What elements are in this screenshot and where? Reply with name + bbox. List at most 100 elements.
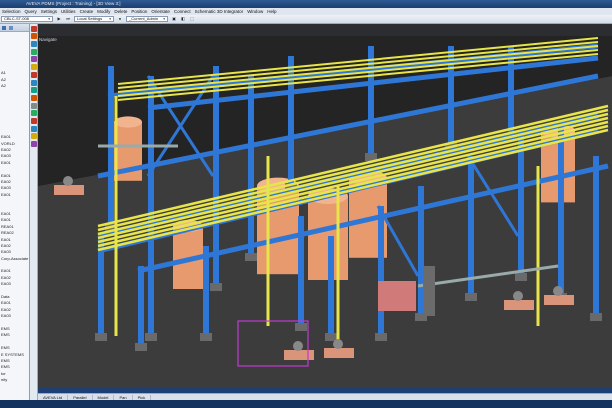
- view-toolbar: [30, 24, 38, 408]
- pump-skid: [504, 300, 534, 310]
- menu-modify[interactable]: Modify: [97, 9, 110, 14]
- pump-skid: [284, 350, 314, 360]
- view-tool-icon[interactable]: [31, 33, 37, 40]
- status-mode[interactable]: Model: [93, 394, 115, 400]
- view-tool-icon[interactable]: [31, 102, 37, 109]
- view-tool-icon[interactable]: [31, 41, 37, 48]
- view-tool-icon[interactable]: [31, 79, 37, 86]
- column-footing: [590, 313, 602, 321]
- settings-combo-value: Local Settings: [77, 16, 103, 21]
- settings-combo[interactable]: Local Settings ▾: [74, 16, 114, 22]
- menu-orientate[interactable]: Orientate: [151, 9, 170, 14]
- view-tool-icon[interactable]: [31, 64, 37, 71]
- tool-icon-c[interactable]: ⬚: [189, 16, 195, 22]
- menu-query[interactable]: Query: [25, 9, 37, 14]
- menu-window[interactable]: Window: [247, 9, 263, 14]
- menu-bar: Selection Query Settings Utilities Creat…: [0, 8, 612, 15]
- element-combo-value: CBLC-ST-008: [4, 16, 29, 21]
- explorer-icon: [2, 26, 6, 30]
- column-footing: [210, 283, 222, 291]
- steel-column: [518, 136, 524, 276]
- pump-casing: [63, 176, 73, 186]
- pump-casing: [553, 286, 563, 296]
- element-combo[interactable]: CBLC-ST-008 ▾: [1, 16, 53, 22]
- steel-column: [248, 76, 254, 256]
- view-tool-icon[interactable]: [31, 25, 37, 32]
- pump-casing: [333, 339, 343, 349]
- pump-casing: [293, 341, 303, 351]
- play-icon[interactable]: ▶: [56, 16, 62, 22]
- steel-column: [148, 76, 154, 336]
- status-pan[interactable]: Pan: [114, 394, 133, 400]
- window-titlebar: AVEVA PDMS (Project : Training) - [3D Vi…: [0, 0, 612, 8]
- column-footing: [245, 253, 257, 261]
- status-bar: AVEVA Ltd Parallel Model Pan Pick: [38, 393, 612, 400]
- view-tool-icon[interactable]: [31, 87, 37, 94]
- menu-settings[interactable]: Settings: [41, 9, 57, 14]
- chevron-down-icon: ▾: [109, 17, 111, 21]
- steel-column: [203, 246, 209, 336]
- view-tool-icon[interactable]: [31, 110, 37, 117]
- window-title: AVEVA PDMS (Project : Training) - [3D Vi…: [26, 1, 121, 6]
- view-tool-icon[interactable]: [31, 141, 37, 147]
- status-projection[interactable]: Parallel: [68, 394, 93, 400]
- steel-column: [558, 126, 564, 296]
- tool-icon-a[interactable]: ▣: [171, 16, 177, 22]
- explorer-header: [0, 24, 29, 32]
- view-tool-icon[interactable]: [31, 125, 37, 132]
- admin-combo-value: _Current_Admin: [129, 16, 159, 21]
- pump-skid: [324, 348, 354, 358]
- vessel-top: [114, 116, 142, 128]
- column-footing: [465, 293, 477, 301]
- main-toolbar: CBLC-ST-008 ▾ ▶ ⏭ Local Settings ▾ ● _Curr…: [0, 15, 612, 24]
- menu-selection[interactable]: Selection: [2, 9, 21, 14]
- explorer-icon: [9, 26, 13, 30]
- desktop-bottom-strip: [0, 400, 612, 408]
- menu-utilities[interactable]: Utilities: [61, 9, 76, 14]
- menu-help[interactable]: Help: [267, 9, 276, 14]
- steel-column: [328, 236, 334, 336]
- column-footing: [325, 333, 337, 341]
- step-icon[interactable]: ⏭: [65, 16, 71, 22]
- admin-combo[interactable]: _Current_Admin ▾: [126, 16, 168, 22]
- status-company: AVEVA Ltd: [38, 394, 69, 400]
- ladder-frame: [423, 266, 435, 316]
- chevron-down-icon: ▾: [48, 17, 50, 21]
- view-tool-icon[interactable]: [31, 71, 37, 78]
- tree-item[interactable]: nity: [0, 377, 29, 383]
- menu-create[interactable]: Create: [80, 9, 94, 14]
- steel-column: [593, 156, 599, 316]
- column-footing: [135, 343, 147, 351]
- pump-skid: [544, 295, 574, 305]
- view-header: [38, 24, 612, 36]
- column-footing: [295, 323, 307, 331]
- design-tree: A1 A2 A2 EA01 VORLD EA02 EA03 EA01 EA01 EA02 EA03 E…: [0, 32, 29, 383]
- view-tool-icon[interactable]: [31, 117, 37, 124]
- view-tool-icon[interactable]: [31, 94, 37, 101]
- steel-column: [378, 206, 384, 336]
- column-footing: [95, 333, 107, 341]
- column-footing: [515, 273, 527, 281]
- view-tool-icon[interactable]: [31, 48, 37, 55]
- tree-item[interactable]: Corp-Associate: [0, 256, 29, 262]
- explorer-panel: A1 A2 A2 EA01 VORLD EA02 EA03 EA01 EA01 EA02 EA03 E…: [0, 24, 30, 408]
- view-tool-icon[interactable]: [31, 56, 37, 63]
- status-pick[interactable]: Pick: [133, 394, 152, 400]
- steel-column: [138, 266, 144, 346]
- equipment-box: [378, 281, 416, 311]
- column-footing: [200, 333, 212, 341]
- menu-position[interactable]: Position: [131, 9, 147, 14]
- view-tool-icon[interactable]: [31, 133, 37, 140]
- chevron-down-icon: ▾: [163, 17, 165, 21]
- menu-schematic[interactable]: Schematic 3D Integrator: [195, 9, 244, 14]
- menu-delete[interactable]: Delete: [114, 9, 127, 14]
- tool-icon-b[interactable]: ◧: [180, 16, 186, 22]
- 3d-model-scene[interactable]: [38, 36, 612, 388]
- steel-column: [468, 156, 474, 296]
- pump-casing: [513, 291, 523, 301]
- user-icon[interactable]: ●: [117, 16, 123, 22]
- menu-connect[interactable]: Connect: [174, 9, 191, 14]
- pump-skid: [54, 185, 84, 195]
- 3d-view-viewport[interactable]: [38, 36, 612, 388]
- navigate-label: Navigate: [39, 37, 57, 42]
